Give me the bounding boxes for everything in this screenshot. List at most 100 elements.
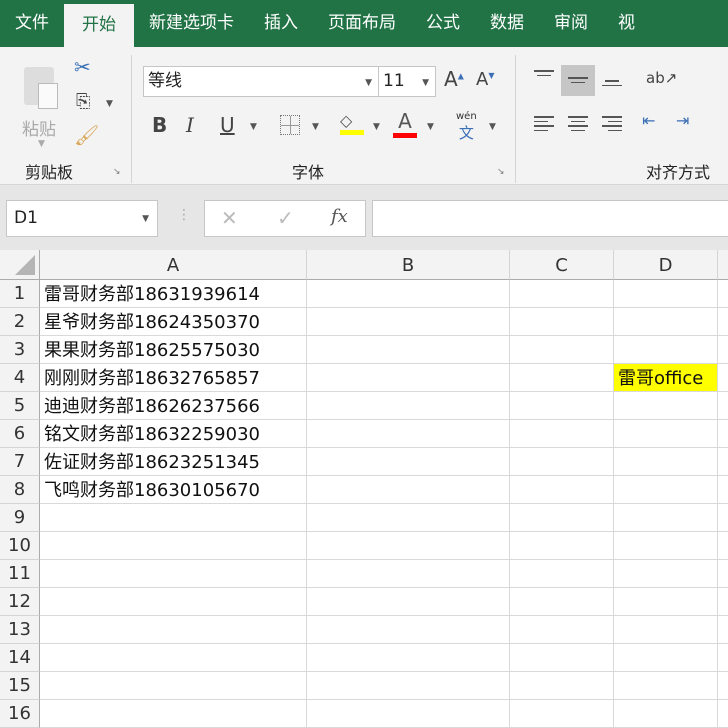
cell[interactable]: [307, 532, 510, 560]
cell[interactable]: [40, 588, 307, 616]
cell[interactable]: [718, 308, 728, 336]
bold-button[interactable]: B: [152, 113, 167, 137]
cell[interactable]: [510, 532, 614, 560]
decrease-font-icon[interactable]: A▼: [476, 69, 494, 90]
cell[interactable]: [614, 672, 718, 700]
column-header[interactable]: A: [40, 250, 307, 280]
cell[interactable]: [614, 392, 718, 420]
insert-function-button[interactable]: fx: [331, 206, 348, 227]
align-bottom-icon[interactable]: [602, 77, 622, 89]
cell[interactable]: 星爷财务部18624350370: [40, 308, 307, 336]
tab-6[interactable]: 数据: [475, 0, 539, 47]
cell[interactable]: [614, 616, 718, 644]
cell[interactable]: [718, 364, 728, 392]
row-header[interactable]: 3: [0, 336, 40, 364]
cell[interactable]: [307, 280, 510, 308]
row-header[interactable]: 5: [0, 392, 40, 420]
cell[interactable]: 雷哥财务部18631939614: [40, 280, 307, 308]
cell[interactable]: [307, 700, 510, 728]
cell[interactable]: [718, 280, 728, 308]
cell[interactable]: [510, 336, 614, 364]
launcher-icon[interactable]: ↘: [113, 167, 121, 177]
cell[interactable]: [510, 644, 614, 672]
cell[interactable]: [614, 476, 718, 504]
cell[interactable]: [614, 336, 718, 364]
row-header[interactable]: 13: [0, 616, 40, 644]
increase-indent-icon[interactable]: ⇥: [676, 111, 689, 130]
row-header[interactable]: 4: [0, 364, 40, 392]
cell[interactable]: [510, 672, 614, 700]
cell[interactable]: [718, 504, 728, 532]
cell[interactable]: [718, 560, 728, 588]
row-header[interactable]: 10: [0, 532, 40, 560]
select-all-button[interactable]: [0, 250, 40, 280]
tab-4[interactable]: 页面布局: [313, 0, 411, 47]
row-header[interactable]: 6: [0, 420, 40, 448]
enter-icon[interactable]: ✓: [277, 206, 294, 230]
font-color-icon[interactable]: A: [393, 109, 417, 138]
cell[interactable]: [614, 448, 718, 476]
row-header[interactable]: 8: [0, 476, 40, 504]
cell[interactable]: [614, 308, 718, 336]
cell[interactable]: [307, 588, 510, 616]
align-left-icon[interactable]: [534, 113, 554, 134]
tab-8[interactable]: 视: [603, 0, 650, 47]
cell[interactable]: [614, 644, 718, 672]
cell[interactable]: [614, 532, 718, 560]
cell[interactable]: [307, 392, 510, 420]
cell[interactable]: 铭文财务部18632259030: [40, 420, 307, 448]
cell[interactable]: [40, 644, 307, 672]
row-header[interactable]: 2: [0, 308, 40, 336]
cell[interactable]: [40, 616, 307, 644]
phonetic-icon[interactable]: wén 文: [456, 111, 477, 143]
cell[interactable]: [614, 280, 718, 308]
align-top-icon[interactable]: [534, 67, 554, 79]
cell[interactable]: [307, 448, 510, 476]
column-header[interactable]: [718, 250, 728, 280]
cell[interactable]: [307, 504, 510, 532]
row-header[interactable]: 7: [0, 448, 40, 476]
cell[interactable]: [40, 504, 307, 532]
cell[interactable]: [510, 420, 614, 448]
cell[interactable]: 果果财务部18625575030: [40, 336, 307, 364]
cell[interactable]: [510, 364, 614, 392]
cell[interactable]: [307, 336, 510, 364]
copy-icon[interactable]: ⎘: [76, 91, 90, 112]
cell[interactable]: [510, 560, 614, 588]
cell[interactable]: [510, 476, 614, 504]
fill-color-icon[interactable]: ◇: [340, 111, 364, 137]
cell[interactable]: [307, 672, 510, 700]
orientation-icon[interactable]: ab↗: [646, 69, 677, 87]
cell[interactable]: [718, 420, 728, 448]
row-header[interactable]: 15: [0, 672, 40, 700]
row-header[interactable]: 11: [0, 560, 40, 588]
cancel-icon[interactable]: ✕: [221, 206, 238, 230]
cell[interactable]: [718, 532, 728, 560]
decrease-indent-icon[interactable]: ⇤: [642, 111, 655, 130]
underline-button[interactable]: U: [220, 113, 235, 137]
paste-button[interactable]: 粘贴 ▼: [20, 57, 66, 149]
cell[interactable]: [614, 588, 718, 616]
font-size-select[interactable]: 11 ▼: [378, 66, 436, 97]
cell[interactable]: [614, 420, 718, 448]
cell[interactable]: [614, 700, 718, 728]
cell[interactable]: [718, 392, 728, 420]
cell[interactable]: [307, 644, 510, 672]
cell[interactable]: [718, 644, 728, 672]
cell[interactable]: [510, 392, 614, 420]
tab-3[interactable]: 插入: [249, 0, 313, 47]
cell[interactable]: [718, 616, 728, 644]
row-header[interactable]: 14: [0, 644, 40, 672]
format-painter-icon[interactable]: 🖌: [74, 123, 99, 147]
row-header[interactable]: 12: [0, 588, 40, 616]
tab-0[interactable]: 文件: [0, 0, 64, 47]
increase-font-icon[interactable]: A▲: [444, 67, 464, 91]
cell[interactable]: [718, 700, 728, 728]
column-header[interactable]: D: [614, 250, 718, 280]
column-header[interactable]: B: [307, 250, 510, 280]
cell[interactable]: [307, 308, 510, 336]
align-right-icon[interactable]: [602, 113, 622, 134]
cell[interactable]: [510, 308, 614, 336]
cell[interactable]: [510, 700, 614, 728]
font-name-select[interactable]: 等线 ▼: [143, 66, 379, 97]
